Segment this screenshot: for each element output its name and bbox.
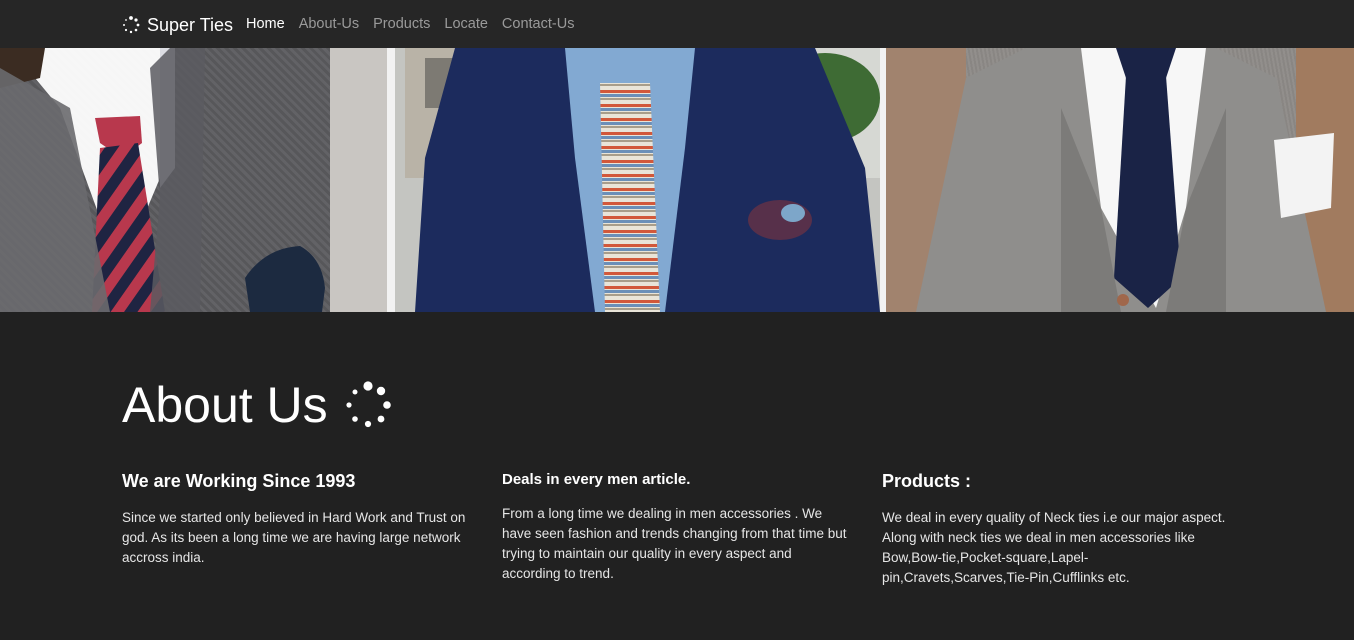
nav-item-home[interactable]: Home	[246, 16, 285, 32]
column-text: We deal in every quality of Neck ties i.…	[882, 510, 1226, 585]
tie-photo-1	[0, 48, 387, 312]
column-heading: We are Working Since 1993	[122, 471, 356, 491]
nav-item-locate[interactable]: Locate	[444, 16, 488, 32]
brand-name: Super Ties	[147, 14, 234, 35]
about-column-products: Products : We deal in every quality of N…	[882, 471, 1227, 588]
column-text: Since we started only believed in Hard W…	[122, 510, 466, 565]
about-column-deals: Deals in every men article. From a long …	[502, 471, 847, 584]
column-text: From a long time we dealing in men acces…	[502, 506, 847, 581]
nav-item-contact-us[interactable]: Contact-Us	[502, 16, 575, 32]
about-us-heading: About Us	[122, 373, 392, 437]
main-nav: Home About-Us Products Locate Contact-Us	[246, 0, 574, 48]
about-us-title: About Us	[122, 377, 328, 433]
column-heading: Products :	[882, 471, 972, 491]
spinner-dots-icon	[123, 16, 140, 34]
column-heading: Deals in every men article.	[502, 471, 691, 488]
brand-link[interactable]: Super Ties	[122, 12, 233, 38]
spinner-dots-icon	[346, 381, 391, 428]
tie-photo-2	[395, 48, 880, 312]
navbar: Super Ties Home About-Us Products Locate…	[0, 0, 1354, 48]
about-column-working-since: We are Working Since 1993 Since we start…	[122, 471, 467, 568]
nav-item-products[interactable]: Products	[373, 16, 430, 32]
tie-photo-3	[886, 48, 1354, 312]
nav-item-about-us[interactable]: About-Us	[299, 16, 359, 32]
hero-banner	[0, 48, 1354, 312]
